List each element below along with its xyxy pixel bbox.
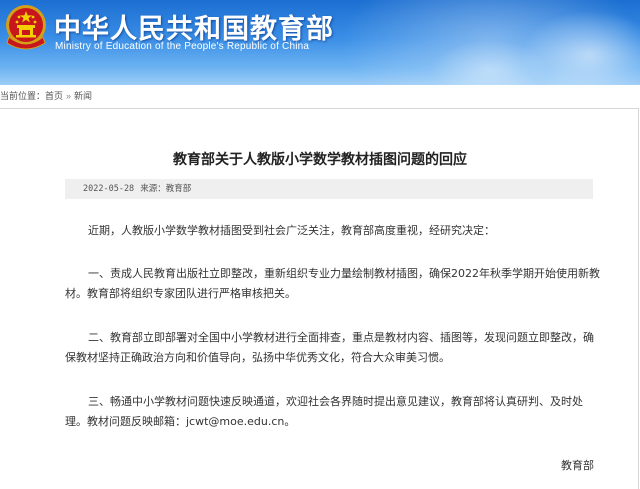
national-emblem-icon[interactable] <box>3 3 49 55</box>
article-paragraph: 一、责成人民教育出版社立即整改，重新组织专业力量绘制教材插图，确保2022年秋季… <box>65 267 600 300</box>
article-paragraph: 近期，人教版小学数学教材插图受到社会广泛关注，教育部高度重视，经研究决定： <box>88 224 495 237</box>
breadcrumb-home-link[interactable]: 首页 <box>45 91 63 101</box>
site-header: 中华人民共和国教育部 Ministry of Education of the … <box>0 0 640 85</box>
article-date: 2022-05-28 <box>83 184 135 194</box>
article-paragraph: 三、畅通中小学教材问题快速反映通道，欢迎社会各界随时提出意见建议，教育部将认真研… <box>65 395 583 428</box>
breadcrumb-news-link[interactable]: 新闻 <box>74 91 92 101</box>
article-paragraph: 二、教育部立即部署对全国中小学教材进行全面排查，重点是教材内容、插图等，发现问题… <box>65 331 594 364</box>
breadcrumb-separator: » <box>66 91 72 101</box>
article-signature: 教育部 <box>561 459 594 472</box>
article-meta-bar: 2022-05-28 来源：教育部 <box>65 179 593 199</box>
breadcrumb-label: 当前位置： <box>0 91 46 101</box>
article-source: 来源：教育部 <box>140 184 192 194</box>
breadcrumb: 当前位置：首页» 新闻 <box>0 88 92 104</box>
site-subtitle: Ministry of Education of the People's Re… <box>55 41 310 52</box>
article-title: 教育部关于人教版小学数学教材插图问题的回应 <box>173 152 467 168</box>
header-glow <box>430 40 550 85</box>
